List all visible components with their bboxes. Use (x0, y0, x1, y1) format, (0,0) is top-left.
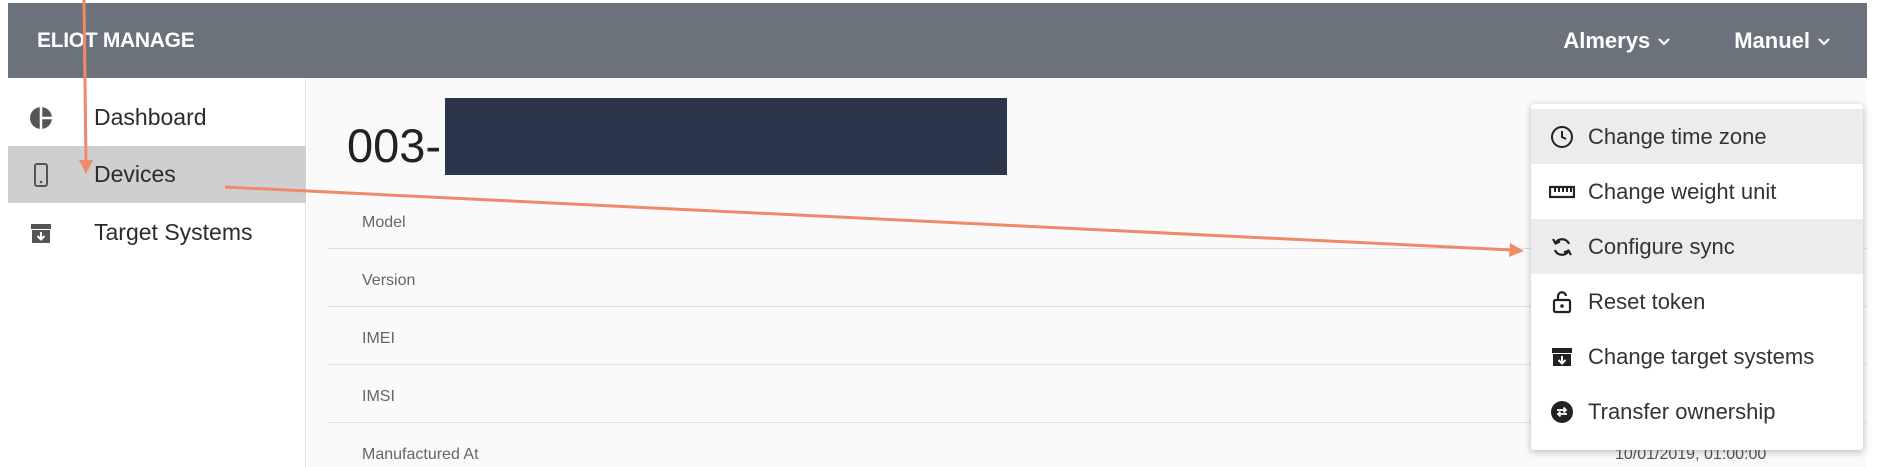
field-label: IMEI (362, 330, 395, 347)
sidebar-item-label: Target Systems (94, 219, 253, 245)
chevron-down-icon (1818, 37, 1830, 46)
menu-item-label: Transfer ownership (1588, 398, 1776, 424)
field-label: Version (362, 272, 416, 289)
archive-box-icon (1549, 344, 1575, 370)
field-label: Manufactured At (362, 446, 479, 463)
top-bar: ELIOT MANAGE Almerys Manuel (8, 3, 1867, 78)
menu-item-change-time-zone[interactable]: Change time zone (1531, 109, 1863, 164)
menu-item-change-weight-unit[interactable]: Change weight unit (1531, 164, 1863, 219)
menu-item-label: Change weight unit (1588, 178, 1777, 204)
organization-menu-label: Almerys (1563, 27, 1651, 53)
archive-box-icon (28, 220, 54, 246)
field-label: IMSI (362, 388, 395, 405)
device-actions-menu: Change time zone Change weight unit Conf… (1531, 104, 1863, 450)
clock-icon (1549, 124, 1575, 150)
top-nav: Almerys Manuel (1563, 3, 1867, 78)
pie-chart-icon (28, 105, 54, 131)
menu-item-label: Change time zone (1588, 123, 1767, 149)
sidebar-item-dashboard[interactable]: Dashboard (8, 89, 306, 146)
ruler-icon (1549, 179, 1575, 205)
menu-item-transfer-ownership[interactable]: Transfer ownership (1531, 384, 1863, 439)
redacted-block (445, 98, 1007, 175)
field-label: Model (362, 214, 406, 231)
menu-item-label: Change target systems (1588, 343, 1815, 369)
sidebar-item-label: Devices (94, 161, 176, 187)
mobile-phone-icon (28, 162, 54, 188)
chevron-down-icon (1658, 37, 1670, 46)
exchange-icon (1549, 399, 1575, 425)
sidebar-item-devices[interactable]: Devices (8, 146, 306, 203)
sync-icon (1549, 234, 1575, 260)
menu-item-label: Configure sync (1588, 233, 1735, 259)
menu-item-change-target-systems[interactable]: Change target systems (1531, 329, 1863, 384)
user-menu[interactable]: Manuel (1734, 28, 1832, 54)
organization-menu[interactable]: Almerys (1563, 28, 1672, 54)
sidebar: Dashboard Devices Target Systems (8, 78, 306, 467)
menu-item-configure-sync[interactable]: Configure sync (1531, 219, 1863, 274)
menu-item-reset-token[interactable]: Reset token (1531, 274, 1863, 329)
user-menu-label: Manuel (1734, 27, 1810, 53)
sidebar-item-label: Dashboard (94, 104, 207, 130)
sidebar-item-target-systems[interactable]: Target Systems (8, 204, 306, 261)
page-title: 003- (347, 119, 442, 172)
brand-logo[interactable]: ELIOT MANAGE (37, 29, 195, 53)
unlock-icon (1549, 289, 1575, 315)
menu-item-label: Reset token (1588, 288, 1706, 314)
